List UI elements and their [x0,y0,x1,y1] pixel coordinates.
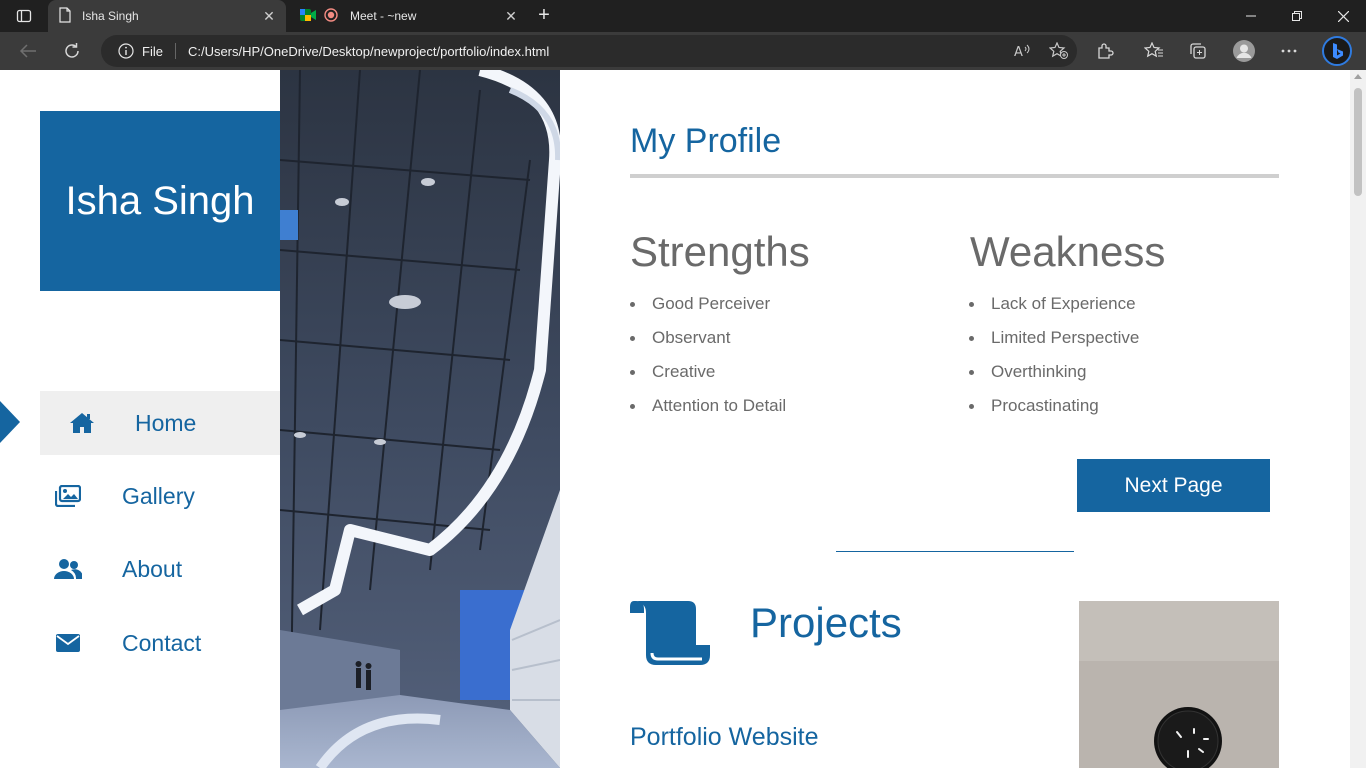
tab-actions-icon[interactable] [8,6,40,26]
close-tab-icon[interactable]: ✕ [504,8,518,24]
page-viewport: Isha Singh Home Gallery About Contact My… [0,70,1366,768]
favorites-icon[interactable] [1139,37,1169,65]
browser-tab-inactive[interactable]: Meet - ~new ✕ [290,0,528,32]
nav-item-contact[interactable]: Contact [40,611,280,675]
browser-tab-active[interactable]: Isha Singh ✕ [48,0,286,32]
project-title[interactable]: Portfolio Website [630,723,819,752]
list-item: Attention to Detail [630,396,786,430]
list-item: Lack of Experience [969,294,1139,328]
users-icon [54,557,82,581]
bing-copilot-icon[interactable] [1322,36,1352,66]
back-icon[interactable] [13,37,43,65]
close-tab-icon[interactable]: ✕ [262,8,276,24]
site-name: Isha Singh [65,178,255,223]
active-nav-marker [0,401,20,443]
info-icon[interactable] [117,42,135,60]
list-item: Creative [630,362,786,396]
close-window-icon[interactable] [1320,0,1366,32]
nav-label: Gallery [122,482,195,509]
meet-favicon-icon [300,8,316,25]
next-page-button[interactable]: Next Page [1077,459,1270,512]
hero-corridor-photo [280,70,560,768]
new-tab-icon[interactable]: + [533,5,555,27]
scrollbar-thumb[interactable] [1354,88,1362,196]
site-name-box: Isha Singh [40,111,280,291]
scroll-icon [630,601,710,665]
weakness-heading: Weakness [970,228,1166,275]
add-favorite-icon[interactable] [1041,37,1077,65]
more-options-icon[interactable] [1274,37,1304,65]
list-item: Observant [630,328,786,362]
profile-avatar-icon[interactable] [1229,37,1259,65]
extensions-icon[interactable] [1090,37,1120,65]
nav-label: Contact [122,629,202,656]
nav-item-about[interactable]: About [40,537,280,601]
strengths-list: Good Perceiver Observant Creative Attent… [630,294,786,430]
recording-icon [324,7,338,25]
strengths-heading: Strengths [630,228,810,275]
read-aloud-icon[interactable]: A [1005,37,1041,65]
nav-item-home[interactable]: Home [40,391,280,455]
refresh-icon[interactable] [57,37,87,65]
nav-item-gallery[interactable]: Gallery [40,464,280,528]
tab-title: Isha Singh [82,9,139,23]
address-divider [174,43,176,59]
home-icon [68,411,96,435]
browser-toolbar: File C:/Users/HP/OneDrive/Desktop/newpro… [0,32,1366,70]
tab-title: Meet - ~new [350,9,417,23]
list-item: Good Perceiver [630,294,786,328]
restore-icon[interactable] [1274,0,1320,32]
envelope-icon [54,631,82,655]
minimize-icon[interactable] [1228,0,1274,32]
list-item: Overthinking [969,362,1139,396]
profile-divider [630,174,1279,178]
browser-tab-bar: Isha Singh ✕ Meet - ~new ✕ + [0,0,1366,32]
list-item: Procastinating [969,396,1139,430]
url-text[interactable]: C:/Users/HP/OneDrive/Desktop/newproject/… [188,44,1005,59]
collections-icon[interactable] [1183,37,1213,65]
list-item: Limited Perspective [969,328,1139,362]
page-icon [58,6,72,26]
project-photo [1079,601,1279,768]
projects-heading: Projects [750,599,902,646]
scroll-up-icon[interactable] [1354,74,1362,79]
nav-label: Home [135,409,197,436]
weakness-list: Lack of Experience Limited Perspective O… [969,294,1139,430]
section-divider [836,551,1074,552]
address-bar[interactable]: File C:/Users/HP/OneDrive/Desktop/newpro… [101,35,1077,67]
images-icon [54,484,82,508]
nav-label: About [122,555,183,582]
svg-text:A: A [1014,45,1023,59]
scheme-label: File [142,43,163,59]
page-scrollbar[interactable] [1350,70,1366,768]
profile-heading: My Profile [630,122,782,160]
